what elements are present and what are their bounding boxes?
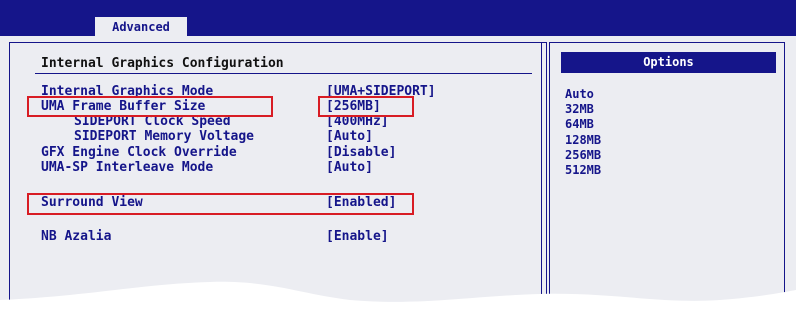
setting-label-sideport-memory-voltage: SIDEPORT Memory Voltage <box>74 129 255 144</box>
setting-label-uma-sp-interleave-mode: UMA-SP Interleave Mode <box>41 160 214 175</box>
setting-label-gfx-engine-clock-override: GFX Engine Clock Override <box>41 145 237 160</box>
option-item[interactable]: 128MB <box>565 133 601 148</box>
torn-edge-decoration <box>0 281 796 326</box>
title-underline <box>35 73 532 74</box>
section-title: Internal Graphics Configuration <box>41 56 284 71</box>
tab-advanced[interactable]: Advanced <box>95 17 187 38</box>
setting-value-sideport-memory-voltage[interactable]: [Auto] <box>326 129 373 144</box>
options-header: Options <box>561 52 776 73</box>
setting-value-uma-sp-interleave-mode[interactable]: [Auto] <box>326 160 373 175</box>
option-item[interactable]: 256MB <box>565 148 601 163</box>
highlight-box-uma-label <box>27 96 273 117</box>
highlight-box-uma-value <box>318 96 414 117</box>
option-item[interactable]: Auto <box>565 87 594 102</box>
option-item[interactable]: 32MB <box>565 102 594 117</box>
highlight-box-surround-view-row <box>27 193 414 215</box>
setting-label-nb-azalia: NB Azalia <box>41 229 112 244</box>
option-item[interactable]: 64MB <box>565 117 594 132</box>
setting-value-gfx-engine-clock-override[interactable]: [Disable] <box>326 145 396 160</box>
option-item[interactable]: 512MB <box>565 163 601 178</box>
setting-value-nb-azalia[interactable]: [Enable] <box>326 229 389 244</box>
